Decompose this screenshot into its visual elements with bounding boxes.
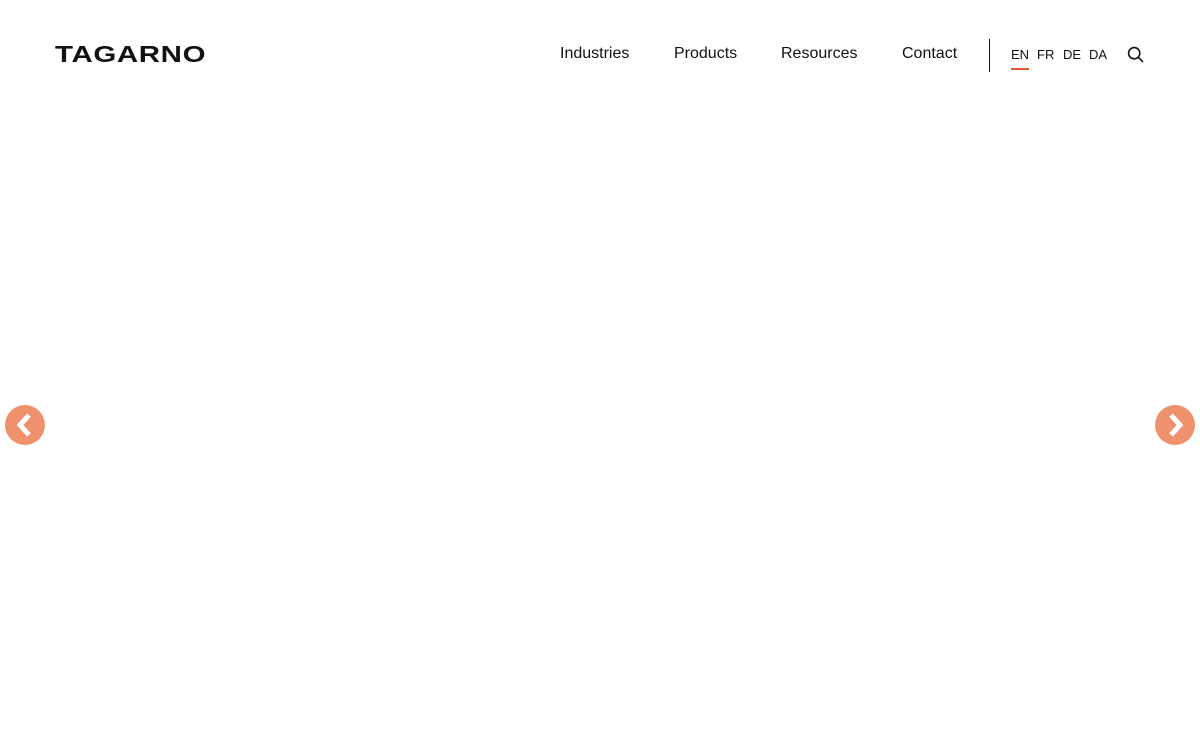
tagarno-logo[interactable]: TAGARNO <box>55 40 206 68</box>
nav-divider <box>989 39 990 72</box>
carousel-next-button[interactable] <box>1155 405 1195 445</box>
nav-item-contact[interactable]: Contact <box>902 44 957 64</box>
lang-en[interactable]: EN <box>1011 47 1030 70</box>
page: TAGARNO Industries Products Resources Co… <box>0 0 1200 750</box>
chevron-right-icon <box>1155 405 1195 445</box>
nav-item-industries[interactable]: Industries <box>560 44 629 64</box>
carousel-prev-button[interactable] <box>5 405 45 445</box>
search-icon[interactable] <box>1127 46 1144 63</box>
site-header: TAGARNO Industries Products Resources Co… <box>0 0 1200 108</box>
nav-item-products[interactable]: Products <box>674 44 737 64</box>
lang-de[interactable]: DE <box>1063 47 1081 62</box>
chevron-left-icon <box>5 405 45 445</box>
nav-item-resources[interactable]: Resources <box>781 44 857 64</box>
lang-da[interactable]: DA <box>1089 47 1107 62</box>
lang-fr[interactable]: FR <box>1037 47 1054 62</box>
